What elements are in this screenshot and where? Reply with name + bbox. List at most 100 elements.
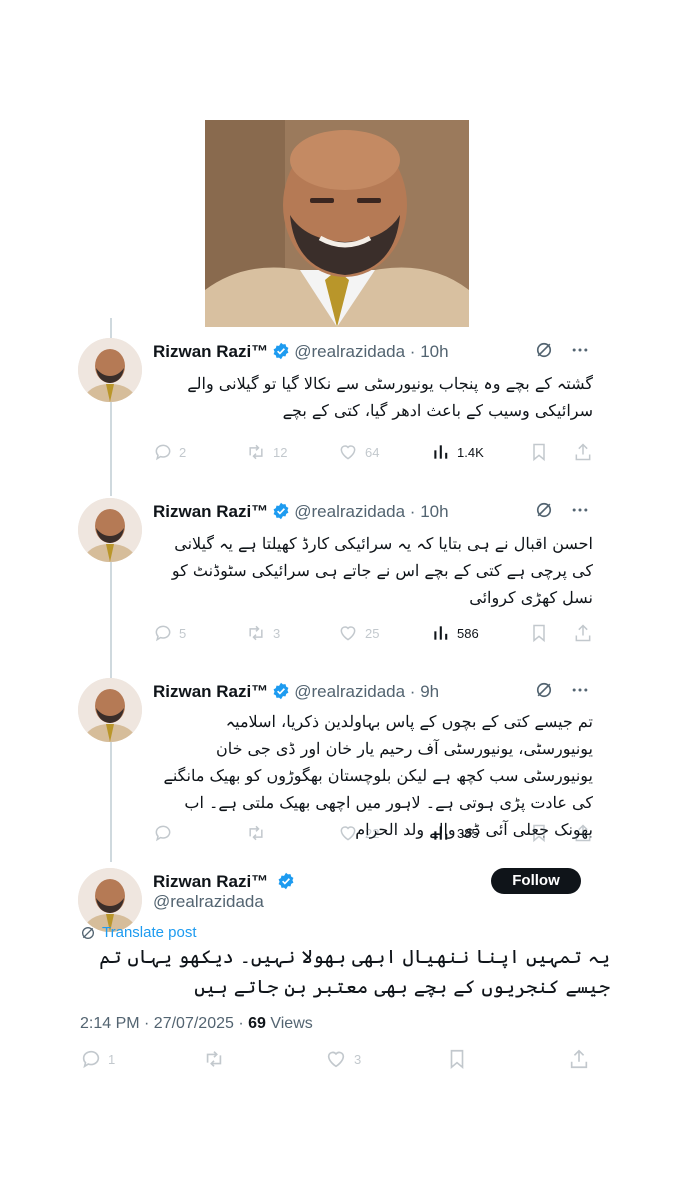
reply-icon (155, 625, 171, 642)
author-handle[interactable]: @realrazidada (294, 682, 405, 701)
retweet-icon (249, 625, 263, 641)
bookmark-button[interactable] (529, 823, 549, 843)
views-chart-icon (434, 626, 448, 640)
avatar[interactable] (78, 868, 142, 932)
share-icon (570, 1049, 588, 1069)
share-button[interactable] (573, 442, 593, 462)
views-button[interactable]: 1.4K (431, 442, 484, 462)
retweet-icon (249, 444, 263, 460)
retweet-icon (206, 1051, 222, 1067)
translate-icon[interactable] (534, 680, 554, 700)
reply-button[interactable] (153, 823, 179, 843)
author-name[interactable]: Rizwan Razi™ (153, 872, 268, 891)
reply-count: 2 (179, 444, 187, 460)
like-count: 22 (365, 825, 380, 841)
like-button[interactable]: 22 (337, 823, 379, 843)
author-name[interactable]: Rizwan Razi™ (153, 342, 268, 361)
tweet-text: گشتہ کے بچے وہ پنجاب یونیورسٹی سے نکالا … (187, 374, 593, 420)
views-label: Views (265, 1015, 313, 1032)
tweet-time[interactable]: 9h (420, 682, 439, 701)
translate-label: Translate post (102, 924, 197, 941)
views-count: 1.4K (457, 444, 484, 460)
reply-button[interactable]: 1 (80, 1048, 115, 1070)
author-name[interactable]: Rizwan Razi™ (153, 682, 268, 701)
like-count: 25 (365, 625, 380, 641)
bookmark-icon (533, 624, 545, 643)
translate-icon[interactable] (534, 500, 554, 520)
reply-icon (82, 1050, 100, 1069)
thread-line (110, 318, 112, 340)
thread-line (110, 726, 112, 862)
retweet-button[interactable]: 3 (245, 623, 280, 643)
heart-icon (340, 826, 356, 841)
heart-icon (327, 1051, 345, 1068)
like-button[interactable]: 64 (337, 442, 379, 462)
main-tweet-text: یہ تمہیں اپنا ننھیال ابھی بھولا نہیں۔ دی… (99, 946, 610, 998)
views-chart-icon (434, 445, 448, 459)
reply-button[interactable]: 2 (153, 442, 186, 462)
views-chart-icon (434, 826, 448, 840)
views-button[interactable]: 586 (431, 623, 479, 643)
tweet-actions-bar: 22 385 (153, 823, 593, 845)
reply-count: 1 (108, 1051, 116, 1067)
verified-badge-icon (278, 872, 294, 890)
main-actions-bar: 1 3 (80, 1048, 592, 1070)
avatar[interactable] (78, 498, 142, 562)
bookmark-icon (450, 1049, 464, 1070)
bookmark-button[interactable] (529, 623, 549, 643)
author-handle[interactable]: @realrazidada (294, 342, 405, 361)
retweet-button[interactable] (202, 1048, 226, 1070)
dot-separator: · (405, 502, 421, 521)
header-photo (205, 120, 469, 327)
retweet-count: 12 (273, 444, 288, 460)
avatar[interactable] (78, 338, 142, 402)
more-icon[interactable] (570, 500, 590, 520)
translate-icon[interactable] (534, 340, 554, 360)
verified-badge-icon (273, 682, 289, 700)
follow-button[interactable]: Follow (491, 868, 581, 894)
translate-post-link[interactable]: Translate post (80, 924, 197, 941)
reply-button[interactable]: 5 (153, 623, 186, 643)
views-count: 69 (248, 1015, 266, 1032)
dot-separator: · (405, 342, 421, 361)
tweet-time[interactable]: 10h (420, 342, 448, 361)
like-button[interactable]: 25 (337, 623, 379, 643)
retweet-icon (249, 825, 263, 841)
thread-line (110, 552, 112, 678)
views-button[interactable]: 385 (431, 823, 479, 843)
verified-badge-icon (273, 342, 289, 360)
retweet-button[interactable]: 12 (245, 442, 287, 462)
share-button[interactable] (573, 623, 593, 643)
tweet-actions-bar: 2 12 64 1.4K (153, 442, 593, 464)
retweet-count: 3 (273, 625, 281, 641)
tweet-timestamp[interactable]: 2:14 PM · 27/07/2025 · (80, 1015, 248, 1032)
thread-line (110, 392, 112, 496)
heart-icon (340, 626, 356, 641)
reply-icon (155, 444, 171, 461)
views-count: 586 (457, 625, 479, 641)
author-handle[interactable]: @realrazidada (294, 502, 405, 521)
share-icon (575, 824, 591, 842)
bookmark-button[interactable] (529, 442, 549, 462)
bookmark-icon (533, 443, 545, 462)
bookmark-button[interactable] (446, 1048, 468, 1070)
author-name[interactable]: Rizwan Razi™ (153, 502, 268, 521)
more-icon[interactable] (570, 680, 590, 700)
views-count: 385 (457, 825, 479, 841)
reply-count: 5 (179, 625, 187, 641)
bookmark-icon (533, 824, 545, 843)
avatar[interactable] (78, 678, 142, 742)
reply-icon (155, 825, 171, 842)
share-button[interactable] (573, 823, 593, 843)
like-count: 3 (354, 1051, 362, 1067)
translate-icon (82, 926, 94, 939)
dot-separator: · (405, 682, 421, 701)
verified-badge-icon (273, 502, 289, 520)
like-button[interactable]: 3 (324, 1048, 361, 1070)
author-handle[interactable]: @realrazidada (153, 892, 264, 912)
tweet-meta: 2:14 PM · 27/07/2025 · 69 Views (80, 1015, 313, 1033)
tweet-time[interactable]: 10h (420, 502, 448, 521)
more-icon[interactable] (570, 340, 590, 360)
retweet-button[interactable] (245, 823, 273, 843)
share-button[interactable] (568, 1048, 590, 1070)
